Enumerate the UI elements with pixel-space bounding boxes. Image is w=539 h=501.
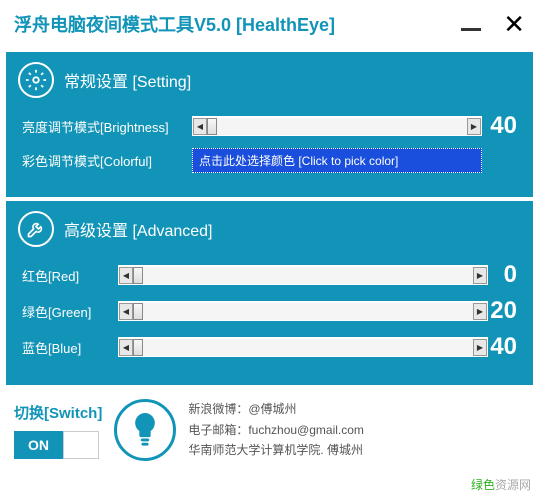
red-label: 红色[Red] [18,266,118,285]
colorful-label: 彩色调节模式[Colorful] [18,151,192,170]
contact-weibo: 新浪微博：@傅城州 [188,399,364,419]
minimize-icon[interactable] [461,28,481,31]
arrow-right-icon[interactable]: ▶ [473,303,487,320]
contact-email: 电子邮箱：fuchzhou@gmail.com [188,420,364,440]
color-picker-button[interactable]: 点击此处选择颜色 [Click to pick color] [192,148,482,173]
arrow-right-icon[interactable]: ▶ [467,118,481,135]
setting-header: 常规设置 [Setting] [64,68,191,92]
green-slider[interactable]: ◀ ▶ [118,301,488,321]
app-title: 浮舟电脑夜间模式工具V5.0 [HealthEye] [14,11,335,37]
arrow-right-icon[interactable]: ▶ [473,267,487,284]
arrow-left-icon[interactable]: ◀ [119,267,133,284]
green-value: 20 [490,297,521,325]
arrow-left-icon[interactable]: ◀ [119,303,133,320]
switch-label: 切换[Switch] [14,402,102,423]
toggle-off-side [63,431,99,459]
gear-icon [18,62,54,98]
close-icon[interactable]: ✕ [503,9,525,40]
arrow-right-icon[interactable]: ▶ [473,339,487,356]
blue-value: 40 [490,333,521,361]
lightbulb-icon [114,399,176,461]
power-toggle[interactable]: ON [14,431,102,459]
green-label: 绿色[Green] [18,302,118,321]
advanced-header: 高级设置 [Advanced] [64,217,213,241]
blue-label: 蓝色[Blue] [18,338,118,357]
advanced-panel: 高级设置 [Advanced] 红色[Red] ◀ ▶ 0 绿色[Green] … [6,201,533,385]
brightness-label: 亮度调节模式[Brightness] [18,117,192,136]
wrench-icon [18,211,54,247]
contact-school: 华南师范大学计算机学院. 傅城州 [188,440,364,460]
brightness-slider[interactable]: ◀ ▶ [192,116,482,136]
setting-panel: 常规设置 [Setting] 亮度调节模式[Brightness] ◀ ▶ 40… [6,52,533,197]
red-value: 0 [504,261,521,289]
arrow-left-icon[interactable]: ◀ [119,339,133,356]
brightness-value: 40 [490,112,521,140]
toggle-on-label: ON [14,431,63,459]
footer: 切换[Switch] ON 新浪微博：@傅城州 电子邮箱：fuchzhou@gm… [0,389,539,471]
blue-slider[interactable]: ◀ ▶ [118,337,488,357]
arrow-left-icon[interactable]: ◀ [193,118,207,135]
watermark: 绿色资源网 [471,476,531,493]
red-slider[interactable]: ◀ ▶ [118,265,488,285]
